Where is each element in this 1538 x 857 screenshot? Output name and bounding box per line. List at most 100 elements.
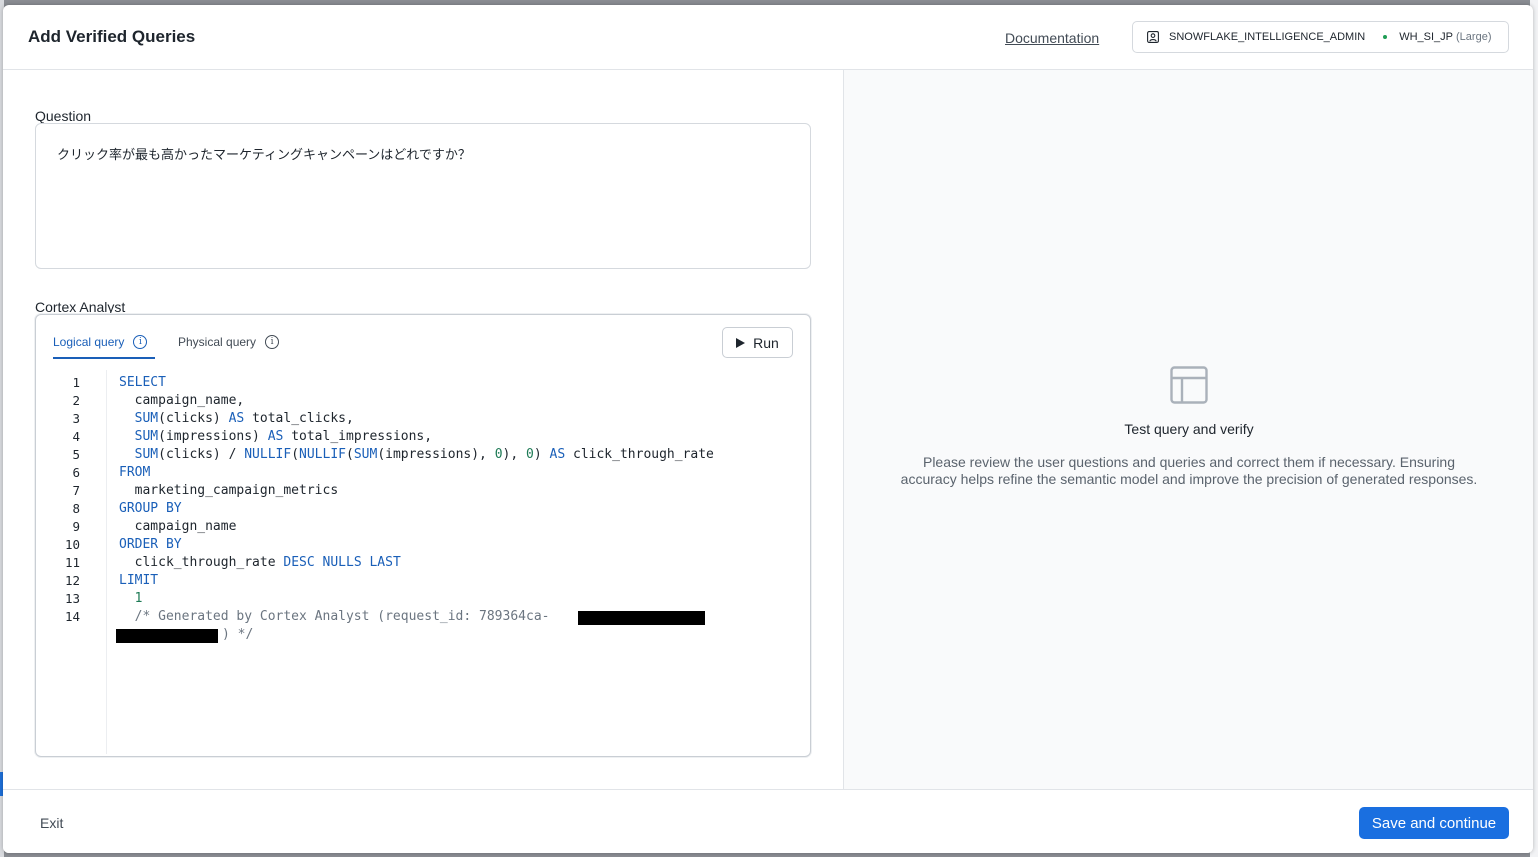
code-token: NULLIF: [299, 447, 346, 462]
code-line: 14 /* Generated by Cortex Analyst (reque…: [36, 608, 812, 648]
code-token: (: [291, 447, 300, 462]
code-text: SUM(clicks) / NULLIF(NULLIF(SUM(impressi…: [119, 446, 714, 464]
code-token: 1: [134, 591, 143, 606]
documentation-link[interactable]: Documentation: [1005, 30, 1099, 46]
code-line: 13 1: [36, 590, 812, 608]
code-token: (impressions),: [377, 447, 495, 462]
code-text: SELECT: [119, 374, 166, 392]
code-text: SUM(impressions) AS total_impressions,: [119, 428, 432, 446]
results-empty-description: Please review the user questions and que…: [900, 454, 1478, 487]
code-token: AS: [228, 411, 245, 426]
code-token: ORDER BY: [119, 537, 182, 552]
code-token: (clicks): [158, 411, 229, 426]
code-text: click_through_rate DESC NULLS LAST: [119, 554, 401, 572]
results-pane: Test query and verify Please review the …: [843, 70, 1533, 789]
line-number: 9: [72, 519, 80, 534]
comment-tail: ) */: [222, 627, 254, 642]
code-token: FROM: [119, 465, 151, 480]
user-role-icon: [1147, 31, 1159, 43]
play-icon: [736, 337, 746, 348]
tab-physical-query[interactable]: Physical query i: [178, 335, 280, 349]
code-token: GROUP BY: [119, 501, 182, 516]
code-line: 6 FROM: [36, 464, 812, 482]
code-line: 9 campaign_name: [36, 518, 812, 536]
code-token: (clicks) /: [158, 447, 245, 462]
results-empty-title: Test query and verify: [1124, 421, 1254, 437]
line-number: 4: [72, 429, 80, 444]
code-token: total_clicks,: [244, 411, 354, 426]
info-icon[interactable]: i: [265, 335, 280, 349]
code-text: 1: [119, 590, 143, 608]
code-token: 0: [526, 447, 534, 462]
code-token: marketing_campaign_metrics: [119, 483, 339, 498]
code-line: 12 LIMIT: [36, 572, 812, 590]
code-token: total_impressions,: [283, 429, 433, 444]
run-button[interactable]: Run: [722, 327, 793, 358]
cortex-analyst-label: Cortex Analyst: [35, 299, 126, 315]
code-text: campaign_name,: [119, 392, 245, 410]
code-text: /* Generated by Cortex Analyst (request_…: [119, 608, 550, 626]
exit-button[interactable]: Exit: [40, 815, 63, 831]
code-token: NULLIF: [244, 447, 292, 462]
line-number: 1: [72, 375, 80, 390]
code-token: (impressions): [158, 429, 268, 444]
code-line: 10 ORDER BY: [36, 536, 812, 554]
code-token: 0: [494, 447, 503, 462]
save-and-continue-button[interactable]: Save and continue: [1359, 807, 1509, 839]
warehouse-status-dot: [1383, 35, 1388, 39]
line-number: 3: [72, 411, 80, 426]
code-token: SUM: [134, 429, 159, 444]
code-token: SUM: [353, 447, 378, 462]
table-layout-icon: [1170, 366, 1208, 404]
tab-physical-query-label: Physical query: [178, 335, 257, 349]
code-token: (: [346, 447, 354, 462]
dialog-footer: Exit Save and continue: [3, 789, 1533, 853]
code-text: SUM(clicks) AS total_clicks,: [119, 410, 354, 428]
code-line: 11 click_through_rate DESC NULLS LAST: [36, 554, 812, 572]
code-line: 5 SUM(clicks) / NULLIF(NULLIF(SUM(impres…: [36, 446, 812, 464]
dialog-title: Add Verified Queries: [28, 27, 196, 46]
code-token: /* Generated by Cortex Analyst (request_…: [119, 609, 550, 624]
line-number: 14: [64, 609, 80, 624]
info-icon[interactable]: i: [133, 335, 148, 349]
line-number: 11: [64, 555, 80, 570]
line-number: 10: [64, 537, 80, 552]
question-input[interactable]: クリック率が最も高かったマーケティングキャンペーンはどれですか？: [35, 123, 811, 269]
cortex-analyst-editor: Logical query i Physical query i Run 1 SE…: [35, 314, 811, 757]
code-token: DESC NULLS LAST: [283, 555, 401, 570]
role-name: SNOWFLAKE_INTELLIGENCE_ADMIN: [1169, 31, 1366, 43]
code-text: marketing_campaign_metrics: [119, 482, 339, 500]
code-line: 3 SUM(clicks) AS total_clicks,: [36, 410, 812, 428]
warehouse-size: (Large): [1456, 31, 1492, 43]
tab-logical-query-label: Logical query: [53, 335, 125, 349]
code-token: click_through_rate: [119, 555, 284, 570]
code-line: 8 GROUP BY: [36, 500, 812, 518]
code-token: SUM: [134, 411, 159, 426]
code-token: ),: [502, 447, 527, 462]
line-number: 8: [72, 501, 80, 516]
code-token: campaign_name,: [119, 393, 245, 408]
line-number: 13: [64, 591, 80, 606]
code-text: FROM: [119, 464, 150, 482]
dialog-header: Add Verified Queries Documentation SNOWF…: [3, 5, 1533, 70]
active-tab-indicator: [53, 357, 155, 359]
tab-logical-query[interactable]: Logical query i: [53, 335, 148, 349]
redaction-bar: [578, 611, 705, 625]
code-token: AS: [267, 429, 284, 444]
code-line: 7 marketing_campaign_metrics: [36, 482, 812, 500]
code-text: campaign_name: [119, 518, 237, 536]
role-warehouse-selector[interactable]: SNOWFLAKE_INTELLIGENCE_ADMIN WH_SI_JP (L…: [1132, 21, 1509, 53]
code-token: SUM: [134, 447, 159, 462]
code-token: LIMIT: [119, 573, 159, 588]
code-text: ORDER BY: [119, 536, 182, 554]
redaction-bar: [116, 629, 218, 643]
line-number: 7: [72, 483, 80, 498]
code-token: ): [533, 447, 550, 462]
question-label: Question: [35, 108, 92, 124]
code-token: SELECT: [119, 375, 166, 390]
line-number: 2: [72, 393, 80, 408]
